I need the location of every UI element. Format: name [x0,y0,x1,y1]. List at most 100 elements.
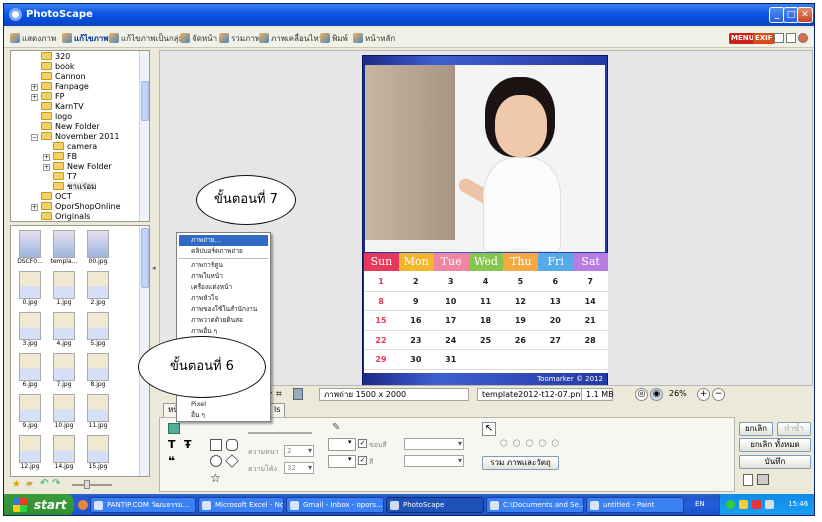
context-menu-item[interactable]: ภาพการ์ตูน [179,260,268,271]
context-menu-item[interactable]: ภาพหัวใจ [179,293,268,304]
thumbnail-item[interactable]: 0.jpg [15,271,45,311]
context-menu-item[interactable]: Pixel [179,399,268,410]
context-menu-item[interactable]: ภาพวาดด้วยดินสอ [179,315,268,326]
arrange-icons[interactable]: ⬡⬡⬡⬡⬡ [500,439,564,449]
close-button[interactable]: ✕ [797,7,813,23]
redo-button[interactable]: ทำซ้ำ [777,422,811,436]
task-photoscape[interactable]: PhotoScape [386,497,484,513]
opacity-slider[interactable] [248,432,312,434]
folder-item[interactable]: Fanpage [41,82,89,92]
thumbnail-item[interactable]: 10.jpg [49,394,79,434]
zoom-out-icon[interactable]: − [712,388,725,401]
tab-editor[interactable]: แก้ไขภาพ [62,32,109,45]
folder-item[interactable]: November 2011 [41,132,120,142]
folder-tree[interactable]: 320 book Cannon Fanpage + FP + KarnTV logo New Fo… [10,50,150,222]
thumbnail-item[interactable]: 14.jpg [49,435,79,475]
clock[interactable]: 15:46 [788,500,808,508]
context-menu-item[interactable]: คลิปบอร์ดภาพถ่าย [179,246,268,257]
folder-item[interactable]: OCT [41,192,72,202]
start-button[interactable]: start [4,494,74,515]
zoom-actual-icon[interactable]: ◉ [650,388,663,401]
text-frame-icon[interactable]: Ŧ [184,438,192,451]
diamond-icon[interactable] [225,454,239,468]
new-page-icon[interactable] [743,474,753,486]
border-checkbox[interactable]: ✓ [358,439,367,448]
thumbnail-item[interactable]: templa... [49,230,79,270]
border-style-select[interactable] [404,438,464,450]
size-slider[interactable] [72,484,112,486]
circle-icon[interactable] [210,455,222,467]
thumbnail-item[interactable]: 00.jpg [83,230,113,270]
title-bar[interactable]: PhotoScape _ □ ✕ [4,4,814,26]
folder-item[interactable]: OporShopOnline [41,202,120,212]
pane-divider[interactable]: ◂ [152,50,158,492]
thumbnail-item[interactable]: 6.jpg [15,353,45,393]
tab-viewer[interactable]: แสดงภาพ [10,32,56,45]
thumbnail-item[interactable]: 2.jpg [83,271,113,311]
dropdown-arrow-icon[interactable]: ▾ [348,455,352,463]
thumbnail-item[interactable]: 15.jpg [83,435,113,475]
rounded-rect-icon[interactable] [226,439,238,451]
dropdown-arrow-icon[interactable]: ▾ [348,438,352,446]
context-menu-item[interactable]: ภาพถ่าย... [179,235,268,246]
folder-item[interactable]: T7 [53,172,77,182]
expand-icon[interactable]: + [43,154,50,161]
context-menu-item[interactable]: ภาพของใช้ในสำนักงาน [179,304,268,315]
thumbnail-item[interactable]: 8.jpg [83,353,113,393]
task-paint[interactable]: untitled - Paint [586,497,684,513]
undo-button[interactable]: ยกเลิก [739,422,773,436]
thumbnail-item[interactable]: 9.jpg [15,394,45,434]
folder-item[interactable]: New Folder [53,162,112,172]
balloon-icon[interactable]: ❝ [168,454,175,468]
printer-icon[interactable] [757,474,769,485]
context-menu-item[interactable]: ภาพใบหน้า [179,271,268,282]
tab-home[interactable]: หน้าหลัก [353,32,395,45]
tray-icon[interactable] [739,500,748,509]
thumbnail-item[interactable]: 11.jpg [83,394,113,434]
tab-tools[interactable]: ls [269,403,286,417]
tab-batch-editor[interactable]: แก้ไขภาพเป็นกลุ่ม [109,32,184,45]
task-excel[interactable]: Microsoft Excel - Nov... [198,497,284,513]
thickness-select[interactable]: 2 [284,445,314,457]
photo-object-icon[interactable] [168,423,180,434]
tab-animated-gif[interactable]: ภาพเคลื่อนไหว [259,32,323,45]
thumbnail-item[interactable]: 3.jpg [15,312,45,352]
thumbnail-item[interactable]: 4.jpg [49,312,79,352]
folder-item[interactable]: Originals [41,212,90,221]
thumbnail-item[interactable]: DSCF0... [15,230,45,270]
context-menu-item[interactable]: เครื่องแต่งหน้า [179,282,268,293]
save-button[interactable]: บันทึก [739,455,811,469]
task-pantip[interactable]: PANTIP.COM วัฒนธรรม... [90,497,196,513]
zoom-fit-icon[interactable]: ◎ [635,388,648,401]
window-icon[interactable] [774,33,784,43]
fill-checkbox[interactable]: ✓ [358,456,367,465]
tray-icon[interactable] [726,500,735,509]
undo-all-button[interactable]: ยกเลิก ทั้งหมด [739,438,811,452]
collapse-icon[interactable]: − [31,134,38,141]
curvature-select[interactable]: 32 [284,462,314,474]
tab-combine[interactable]: รวมภาพ [219,32,260,45]
fill-style-select[interactable] [404,455,464,467]
folder-item[interactable]: camera [53,142,97,152]
expand-icon[interactable]: + [31,84,38,91]
folder-icon[interactable]: ▰ [26,479,33,489]
forward-arrow-icon[interactable]: ↷ [52,478,60,489]
thumbnail-item[interactable]: 12.jpg [15,435,45,475]
thumbnail-item[interactable]: 7.jpg [49,353,79,393]
scroll-thumb[interactable] [141,81,149,121]
folder-item[interactable]: New Folder [41,122,100,132]
star-icon[interactable]: ★ [12,479,21,490]
pointer-icon[interactable]: ↖ [482,422,496,436]
folder-item[interactable]: FB [53,152,77,162]
folder-item[interactable]: 320 [41,52,70,62]
folder-scrollbar[interactable] [139,51,149,221]
scroll-thumb[interactable] [141,228,149,288]
pen-icon[interactable]: ✎ [332,422,340,433]
help-icon[interactable] [798,33,808,43]
speaker-icon[interactable] [765,500,774,509]
rectangle-icon[interactable] [210,439,222,451]
task-gmail[interactable]: Gmail - Inbox - opors... [286,497,384,513]
folder-item[interactable]: KarnTV [41,102,84,112]
folder-item[interactable]: book [41,62,75,72]
combine-objects-button[interactable]: รวม ภาพและวัตถุ [482,456,559,470]
